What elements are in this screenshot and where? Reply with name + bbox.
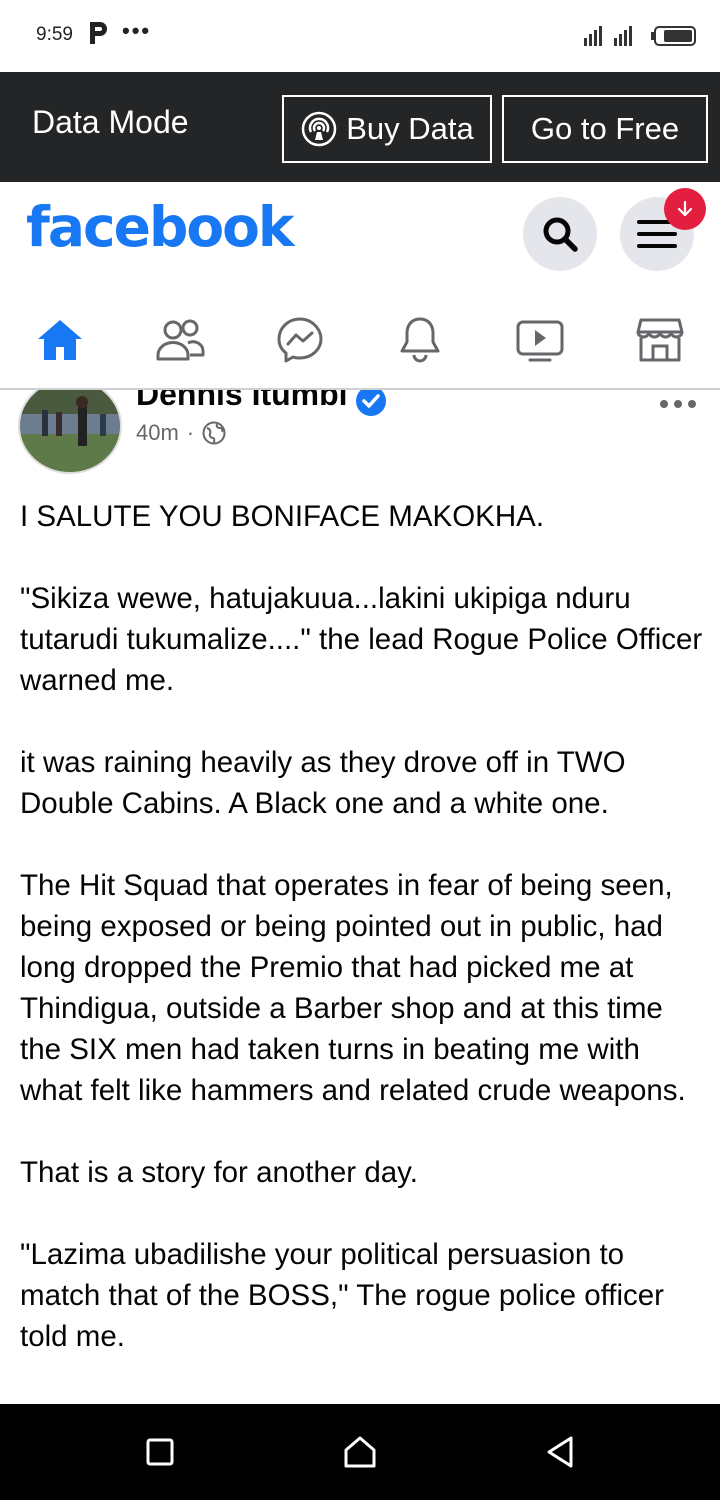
- menu-badge: [664, 188, 706, 230]
- post-paragraph: "Lazima ubadilishe your political persua…: [20, 1238, 664, 1353]
- status-more-dots: •••: [122, 18, 152, 43]
- post-time[interactable]: 40m: [136, 420, 179, 446]
- go-to-free-button[interactable]: Go to Free: [502, 95, 708, 163]
- marketplace-icon: [636, 318, 684, 362]
- tab-messenger[interactable]: [260, 300, 340, 380]
- tab-home[interactable]: [20, 300, 100, 380]
- battery-icon: [651, 26, 696, 46]
- tab-notifications[interactable]: [380, 300, 460, 380]
- tab-watch[interactable]: [500, 300, 580, 380]
- avatar[interactable]: [18, 390, 122, 474]
- author-name[interactable]: Dennis Itumbi: [136, 390, 348, 413]
- search-button[interactable]: [523, 197, 597, 271]
- post-paragraph: I SALUTE YOU BONIFACE MAKOKHA.: [20, 500, 545, 533]
- post-meta: 40m ·: [136, 420, 226, 446]
- tab-bar: [0, 292, 720, 390]
- post-header: Dennis Itumbi 40m ·: [0, 390, 720, 486]
- post-paragraph: The Hit Squad that operates in fear of b…: [20, 869, 686, 1107]
- globe-icon: [202, 421, 226, 445]
- status-time: 9:59: [36, 24, 73, 45]
- signal-icon: [584, 26, 632, 46]
- search-icon: [543, 217, 578, 252]
- messenger-icon: [277, 317, 323, 363]
- back-button[interactable]: [536, 1428, 584, 1476]
- data-mode-label: Data Mode: [32, 104, 189, 140]
- square-icon: [146, 1438, 174, 1466]
- post-body: I SALUTE YOU BONIFACE MAKOKHA. "Sikiza w…: [20, 496, 704, 1404]
- back-triangle-icon: [547, 1436, 573, 1468]
- recents-button[interactable]: [136, 1428, 184, 1476]
- more-options-icon[interactable]: [658, 396, 698, 416]
- author-photo: [20, 390, 120, 472]
- tab-marketplace[interactable]: [620, 300, 700, 380]
- buy-data-label: Buy Data: [346, 111, 474, 146]
- tab-friends[interactable]: [140, 300, 220, 380]
- facebook-logo[interactable]: facebook: [26, 195, 294, 259]
- download-arrow-icon: [677, 200, 693, 217]
- friends-icon: [156, 319, 205, 361]
- buy-data-button[interactable]: Buy Data: [282, 95, 492, 163]
- home-icon: [38, 320, 82, 360]
- home-outline-icon: [344, 1436, 376, 1468]
- bell-icon: [400, 317, 440, 363]
- post-paragraph: "Sikiza wewe, hatujakuua...lakini ukipig…: [20, 582, 703, 697]
- verified-badge-icon: [356, 390, 386, 416]
- p-app-icon: [90, 22, 107, 44]
- video-icon: [516, 320, 564, 362]
- post-paragraph: That is a story for another day.: [20, 1156, 418, 1189]
- post-paragraph: it was raining heavily as they drove off…: [20, 746, 626, 820]
- broadcast-icon: [301, 111, 337, 147]
- home-button[interactable]: [336, 1428, 384, 1476]
- meta-separator: ·: [186, 420, 195, 445]
- go-to-free-label: Go to Free: [530, 111, 680, 146]
- status-bar: 9:59 •••: [0, 0, 720, 72]
